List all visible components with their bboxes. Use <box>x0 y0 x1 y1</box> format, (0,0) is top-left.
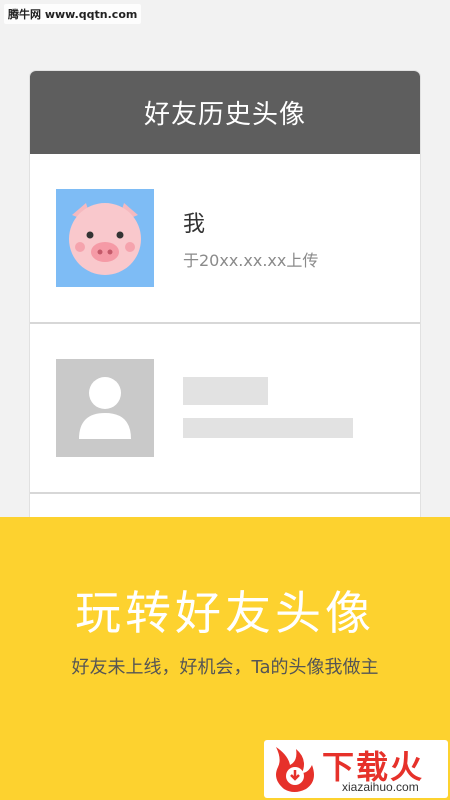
banner-subtitle: 好友未上线，好机会，Ta的头像我做主 <box>71 657 379 678</box>
flame-logo-icon <box>268 743 320 795</box>
avatar-list-item[interactable]: 我 于20xx.xx.xx上传 <box>30 154 420 324</box>
site-watermark: 腾牛网 www.qqtn.com <box>4 4 142 24</box>
pig-avatar-icon <box>56 189 154 287</box>
banner-title: 玩转好友头像 <box>75 586 375 640</box>
item-upload-time: 于20xx.xx.xx上传 <box>183 251 319 270</box>
card-title: 好友历史头像 <box>143 100 306 130</box>
default-person-avatar-icon <box>56 359 154 457</box>
logo-url: xiazaihuo.com <box>342 780 419 794</box>
item-name: 我 <box>183 212 206 237</box>
avatar-list-item[interactable] <box>30 324 420 494</box>
card-header: 好友历史头像 <box>30 71 420 154</box>
xiazaihuo-logo: 下载火 xiazaihuo.com <box>264 740 448 798</box>
subtitle-placeholder <box>183 418 353 438</box>
name-placeholder <box>183 377 268 405</box>
